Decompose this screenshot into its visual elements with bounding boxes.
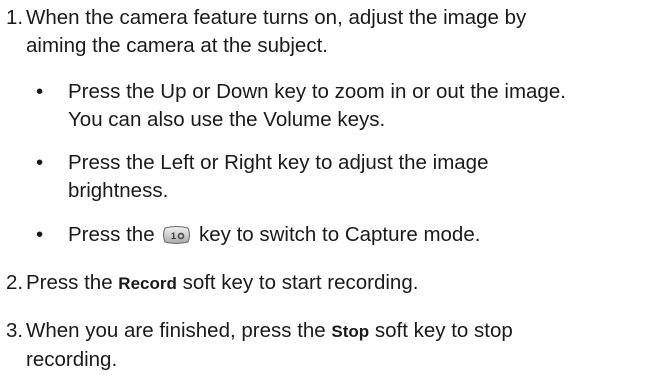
softkey-label-stop: Stop [331,322,370,341]
bullet-text: Press the Left or Right key to adjust th… [68,149,652,205]
step-text-before: When you are finished, press the [26,319,332,342]
bullet-text-after: key to switch to Capture mode. [193,223,481,246]
bullet-text: Press the Up or Down key to zoom in or o… [68,78,652,134]
bullet-text-before: Press the [68,223,161,246]
bullet-line: Press the Left or Right key to adjust th… [68,151,489,174]
step-text: When you are finished, press the Stop so… [26,317,650,374]
bullet-marker: • [36,223,44,246]
bullet-marker: • [36,151,44,174]
step-text-after: soft key to start recording. [176,271,419,294]
camera-key-1-icon: 1 [163,226,191,244]
bullet-line: brightness. [68,179,169,202]
step-text-before: Press the [26,271,119,294]
step-text: When the camera feature turns on, adjust… [26,4,650,60]
bullet-marker: • [36,80,44,103]
step-line: When you are finished, press the Stop so… [26,317,650,346]
step-number: 3. [6,319,24,342]
instructions-page: 1. When the camera feature turns on, adj… [0,0,652,384]
step-line: recording. [26,348,118,371]
bullet-line: Press the Up or Down key to zoom in or o… [68,80,566,103]
step-number: 1. [6,6,24,29]
bullet-text: Press the 1 key to switch to Capture mod… [68,221,652,249]
bullet-line: You can also use the Volume keys. [68,108,386,131]
step-line: When the camera feature turns on, adjust… [26,6,527,29]
step-text-after: soft key to stop [369,319,513,342]
svg-text:1: 1 [171,231,176,241]
step-text: Press the Record soft key to start recor… [26,269,650,298]
softkey-label-record: Record [118,274,177,293]
step-line: aiming the camera at the subject. [26,34,328,57]
step-number: 2. [6,271,24,294]
